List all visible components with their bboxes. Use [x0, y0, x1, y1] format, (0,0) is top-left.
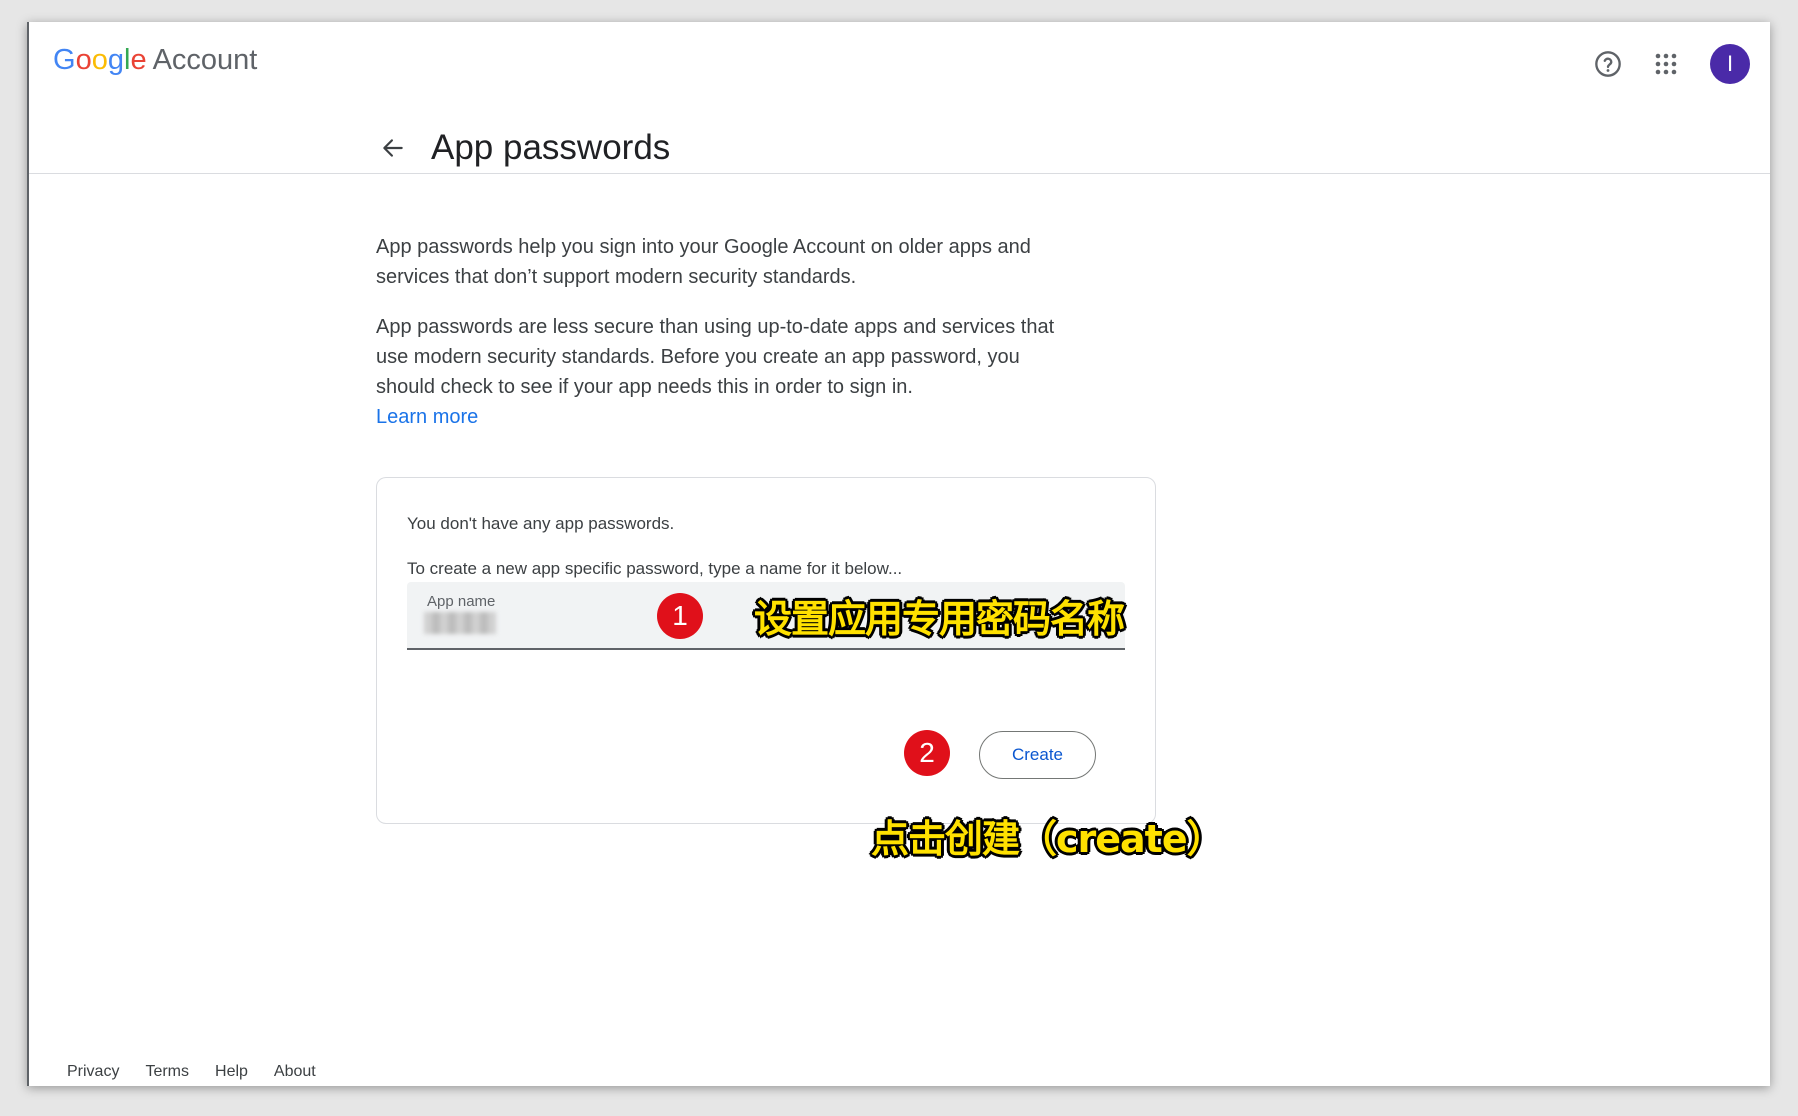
- apps-grid-icon[interactable]: [1648, 46, 1684, 82]
- logo-account-text: Account: [152, 44, 258, 76]
- intro-section: App passwords help you sign into your Go…: [376, 232, 1076, 432]
- footer-privacy-link[interactable]: Privacy: [67, 1063, 119, 1081]
- step-2-annotation: 点击创建（create）: [871, 817, 1225, 861]
- avatar[interactable]: I: [1710, 44, 1750, 84]
- top-bar: Google Account I: [29, 22, 1770, 88]
- empty-state-text: You don't have any app passwords.: [407, 514, 675, 533]
- footer-terms-link[interactable]: Terms: [145, 1063, 189, 1081]
- learn-more-link[interactable]: Learn more: [376, 402, 1076, 432]
- logo-letter-g: G: [53, 44, 76, 76]
- footer-help-link[interactable]: Help: [215, 1063, 248, 1081]
- app-name-label: App name: [427, 593, 496, 610]
- intro-paragraph-2: App passwords are less secure than using…: [376, 316, 1055, 398]
- create-button[interactable]: Create: [979, 731, 1096, 779]
- step-2-badge: 2: [904, 730, 950, 776]
- page-header: App passwords: [373, 118, 670, 178]
- logo-letter-e: e: [130, 44, 147, 76]
- step-1-badge: 1: [657, 593, 703, 639]
- google-logo-letters: Google: [53, 44, 147, 76]
- help-icon[interactable]: [1590, 46, 1626, 82]
- top-right-controls: I: [1590, 44, 1750, 84]
- footer-links: Privacy Terms Help About: [67, 1063, 316, 1081]
- step-1-annotation: 设置应用专用密码名称: [754, 597, 1125, 641]
- arrow-back-icon[interactable]: [373, 128, 413, 168]
- intro-paragraph-1: App passwords help you sign into your Go…: [376, 236, 1031, 288]
- google-account-logo[interactable]: Google Account: [53, 46, 257, 75]
- logo-letter-o2: o: [91, 44, 108, 76]
- app-passwords-card: You don't have any app passwords. To cre…: [376, 477, 1156, 824]
- page-title: App passwords: [431, 128, 671, 167]
- header-divider: [29, 173, 1770, 174]
- app-name-input[interactable]: [424, 612, 496, 634]
- footer-about-link[interactable]: About: [274, 1063, 316, 1081]
- logo-letter-o1: o: [75, 44, 92, 76]
- instruction-text: To create a new app specific password, t…: [407, 559, 903, 578]
- browser-window: Google Account I App passwords App passw…: [27, 22, 1770, 1086]
- logo-letter-g2: g: [107, 44, 124, 76]
